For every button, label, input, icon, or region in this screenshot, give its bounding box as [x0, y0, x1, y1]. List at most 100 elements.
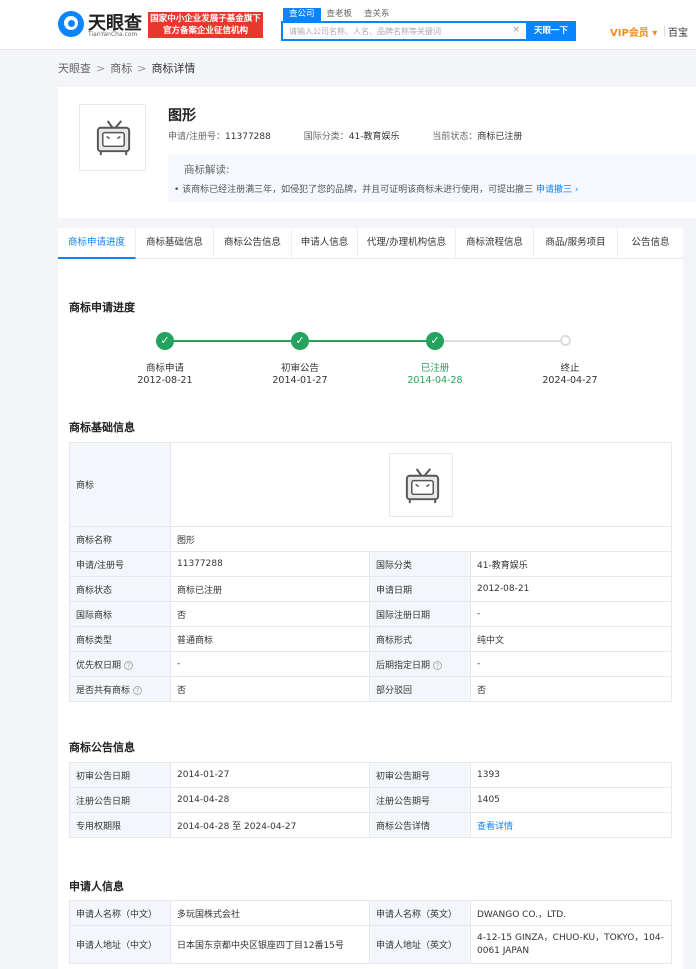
status-value: 商标已注册 — [477, 132, 523, 142]
progress-line-1 — [165, 340, 300, 342]
logo-cell — [169, 442, 673, 527]
tab-announcements[interactable]: 公告信息 — [618, 228, 683, 259]
cell-key: 优先权日期? — [69, 651, 171, 677]
search-input[interactable] — [283, 23, 503, 40]
tab-goods-services[interactable]: 商品/服务项目 — [534, 228, 618, 259]
cell-value: 多玩国株式会社 — [170, 900, 370, 926]
tab-basic-info[interactable]: 商标基础信息 — [136, 228, 214, 259]
table-row: 注册公告日期 2014-04-28 注册公告期号 1405 — [69, 787, 672, 813]
cell-key: 商标名称 — [69, 526, 171, 552]
step-check-icon: ✓ — [291, 332, 309, 350]
step-check-icon: ✓ — [156, 332, 174, 350]
cell-key: 初审公告期号 — [369, 762, 471, 788]
interp-title: 商标解读: — [184, 164, 230, 176]
apply-cancel-link[interactable]: 申请撤三 › — [536, 185, 578, 195]
cell-value: 1393 — [470, 762, 672, 788]
breadcrumb-current: 商标详情 — [151, 62, 196, 75]
logo-subtitle: TianYanCha.com — [88, 31, 138, 38]
clear-icon[interactable]: × — [512, 25, 520, 35]
cell-key: 注册公告期号 — [369, 787, 471, 813]
trademark-image[interactable] — [389, 452, 454, 517]
breadcrumb: 天眼查 > 商标 > 商标详情 — [58, 60, 195, 76]
vip-menu[interactable]: VIP会员 ▾ — [610, 24, 657, 39]
cell-key: 申请人名称（中文） — [69, 900, 171, 926]
help-icon[interactable]: ? — [433, 660, 443, 670]
table-row: 专用权期限 2014-04-28 至 2024-04-27 商标公告详情 查看详… — [69, 812, 672, 838]
cell-value: 纯中文 — [469, 626, 673, 652]
table-row: 优先权日期? - 后期指定日期? - — [69, 651, 673, 677]
table-row: 商标类型 普通商标 商标形式 纯中文 — [69, 626, 673, 652]
table-row: 商标状态 商标已注册 申请日期 2012-08-21 — [69, 576, 673, 602]
breadcrumb-separator: > — [137, 62, 147, 75]
step-pending-icon — [560, 335, 571, 346]
reg-no-value: 11377288 — [225, 132, 271, 142]
step-name: 已注册 — [420, 363, 450, 374]
help-icon[interactable]: ? — [124, 660, 134, 670]
header-right-link[interactable]: 百宝 — [668, 24, 688, 39]
notice-info-table: 初审公告日期 2014-01-27 初审公告期号 1393 注册公告日期 201… — [69, 762, 672, 838]
cell-value: 2014-04-28 — [170, 787, 370, 813]
notice-section-title: 商标公告信息 — [69, 741, 135, 754]
official-badge: 国家中小企业发展子基金旗下 官方备案企业征信机构 — [148, 12, 263, 38]
cell-key: 初审公告日期 — [69, 762, 171, 788]
trademark-interpretation: 商标解读: • 该商标已经注册满三年，如侵犯了您的品牌，并且可证明该商标未进行使… — [168, 155, 696, 202]
class-label: 国际分类： — [303, 132, 349, 142]
progress-section-title: 商标申请进度 — [69, 301, 135, 314]
search-button[interactable]: 天眼一下 — [526, 21, 576, 41]
step-name: 商标申请 — [145, 363, 184, 374]
step-date: 2012-08-21 — [137, 375, 193, 386]
tab-agent-info[interactable]: 代理/办理机构信息 — [358, 228, 456, 259]
cell-key: 申请人名称（英文） — [369, 900, 471, 926]
search-tab-company[interactable]: 查公司 — [283, 8, 321, 21]
cell-key: 申请人地址（英文） — [369, 925, 471, 964]
cell-value: - — [469, 601, 673, 627]
cell-value: 2014-01-27 — [170, 762, 370, 788]
help-icon[interactable]: ? — [133, 685, 143, 695]
progress-line-3 — [435, 340, 566, 342]
cell-key: 申请/注册号 — [69, 551, 171, 577]
interp-text: • 该商标已经注册满三年，如侵犯了您的品牌，并且可证明该商标未进行使用，可提出撤… — [174, 182, 579, 195]
cell-value: 图形 — [169, 526, 673, 552]
table-row: 商标 — [69, 442, 673, 527]
search-tab-boss[interactable]: 查老板 — [321, 8, 359, 21]
breadcrumb-separator: > — [96, 62, 106, 75]
table-row: 商标名称 图形 — [69, 526, 673, 552]
tab-process-info[interactable]: 商标流程信息 — [456, 228, 534, 259]
table-row: 国际商标 否 国际注册日期 - — [69, 601, 673, 627]
search-tab-relation[interactable]: 查关系 — [358, 8, 396, 21]
table-row: 申请人名称（中文） 多玩国株式会社 申请人名称（英文） DWANGO CO.，L… — [69, 900, 672, 926]
logo-label: 商标 — [69, 442, 171, 527]
search-box: × — [281, 21, 526, 41]
breadcrumb-trademark[interactable]: 商标 — [110, 62, 132, 75]
trademark-thumbnail[interactable] — [79, 104, 146, 171]
table-row: 申请/注册号 11377288 国际分类 41-教育娱乐 — [69, 551, 673, 577]
table-row: 是否共有商标? 否 部分驳回 否 — [69, 676, 673, 702]
tab-notice-info[interactable]: 商标公告信息 — [214, 228, 292, 259]
later-designation-label: 后期指定日期 — [376, 660, 431, 671]
tab-progress[interactable]: 商标申请进度 — [58, 228, 136, 259]
tab-applicant-info[interactable]: 申请人信息 — [292, 228, 358, 259]
breadcrumb-home[interactable]: 天眼查 — [58, 62, 91, 75]
header-divider — [664, 25, 665, 37]
cell-value: 41-教育娱乐 — [469, 551, 673, 577]
cell-key: 是否共有商标? — [69, 676, 171, 702]
shared-trademark-label: 是否共有商标 — [76, 685, 131, 696]
cell-key: 国际商标 — [69, 601, 171, 627]
status-label: 当前状态： — [432, 132, 478, 142]
cell-value: 查看详情 — [470, 812, 672, 838]
cell-key: 申请日期 — [369, 576, 471, 602]
main-content: 商标申请进度 ✓ ✓ ✓ 商标申请 2012-08-21 初审公告 2014-0… — [58, 259, 683, 969]
cell-value: 2014-04-28 至 2024-04-27 — [170, 812, 370, 838]
cell-value: 日本国东京都中央区银座四丁目12番15号 — [170, 925, 370, 964]
cell-value: 2012-08-21 — [469, 576, 673, 602]
basic-info-table: 商标 商标名称 图形 申请/注册号 11377288 国际分类 41-教育娱乐 … — [69, 442, 673, 702]
class-value: 41-教育娱乐 — [348, 132, 400, 142]
search-type-tabs: 查公司 查老板 查关系 — [283, 8, 396, 21]
priority-date-label: 优先权日期 — [76, 660, 122, 671]
cell-value: 4-12-15 GINZA，CHUO-KU，TOKYO，104-0061 JAP… — [470, 925, 672, 964]
cell-value: 1405 — [470, 787, 672, 813]
site-logo[interactable]: 天眼查 TianYanCha.com — [58, 10, 144, 40]
cell-key: 商标状态 — [69, 576, 171, 602]
cell-key: 商标类型 — [69, 626, 171, 652]
view-details-link[interactable]: 查看详情 — [477, 822, 513, 832]
